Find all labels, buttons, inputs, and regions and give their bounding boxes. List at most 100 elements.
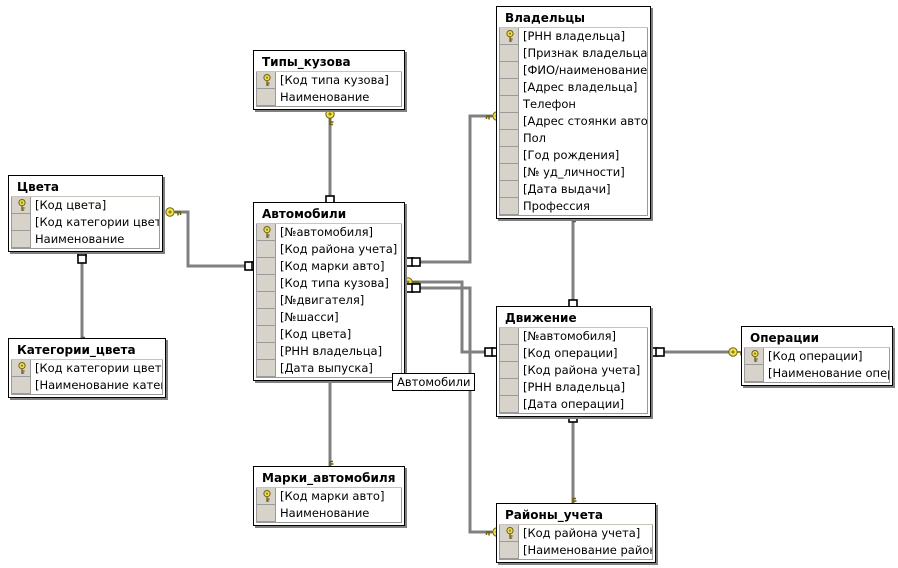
- table-rayony-ucheta[interactable]: Районы_учета [Код района учета] [Наимено…: [496, 503, 656, 563]
- table-row[interactable]: [№ уд_личности]: [500, 164, 647, 181]
- table-row[interactable]: Наименование: [257, 89, 401, 106]
- table-row[interactable]: [Дата операции]: [500, 396, 647, 413]
- field-label: [Код марки авто]: [280, 489, 385, 503]
- table-tsveta[interactable]: Цвета [Код цвета] [Код категории цвета] …: [8, 175, 163, 252]
- table-row[interactable]: Телефон: [500, 96, 647, 113]
- key-icon: [263, 74, 271, 86]
- table-dvizhenie[interactable]: Движение [№автомобиля] [Код операции] [К…: [496, 306, 651, 417]
- field-marker: [257, 505, 276, 522]
- table-title: Категории_цвета: [11, 341, 163, 360]
- field-label: Наименование: [35, 232, 125, 246]
- table-avtomobili[interactable]: Автомобили [№автомобиля] [Код района уче…: [253, 202, 405, 381]
- table-operatsii[interactable]: Операции [Код операции] [Наименование оп…: [741, 326, 893, 386]
- field-label: [РНН владельца]: [523, 380, 626, 394]
- field-label: [№шасси]: [280, 310, 339, 324]
- field-label: [Адрес стоянки автомоб: [523, 114, 647, 128]
- relationship-lines-layer: [77, 109, 745, 537]
- table-row[interactable]: [Наименование района у: [500, 542, 652, 559]
- table-row[interactable]: [Код цвета]: [12, 197, 159, 214]
- table-vladeltsy[interactable]: Владельцы [РНН владельца] [Признак владе…: [496, 6, 651, 219]
- table-title: Операции: [744, 329, 890, 348]
- table-marki-avtomobilya[interactable]: Марки_автомобиля [Код марки авто] Наимен…: [253, 466, 405, 526]
- table-row[interactable]: [Код района учета]: [500, 525, 652, 542]
- field-label: [Признак владельца]: [523, 46, 647, 60]
- table-row[interactable]: [Признак владельца]: [500, 45, 647, 62]
- table-row[interactable]: [Код типа кузова]: [257, 275, 401, 292]
- table-row[interactable]: [Код района учета]: [257, 241, 401, 258]
- table-row[interactable]: [Адрес владельца]: [500, 79, 647, 96]
- table-row[interactable]: [№автомобиля]: [500, 328, 647, 345]
- field-marker: [500, 113, 519, 130]
- key-icon: [18, 362, 26, 374]
- field-marker: [257, 258, 276, 275]
- field-label: [РНН владельца]: [280, 344, 383, 358]
- field-marker: [500, 147, 519, 164]
- field-marker: [500, 62, 519, 79]
- key-icon: [18, 199, 26, 211]
- field-list: [№автомобиля] [Код операции] [Код района…: [499, 328, 648, 414]
- field-label: [Код операции]: [768, 349, 863, 363]
- field-marker: [500, 45, 519, 62]
- field-label: [Дата операции]: [523, 397, 625, 411]
- field-label: Телефон: [523, 97, 576, 111]
- field-marker: [745, 365, 764, 382]
- table-row[interactable]: [РНН владельца]: [257, 343, 401, 360]
- table-title: Владельцы: [499, 9, 648, 28]
- table-row[interactable]: Наименование: [12, 231, 159, 248]
- table-row[interactable]: [Наименование операци: [745, 365, 889, 382]
- field-marker: [257, 275, 276, 292]
- table-kategorii-tsveta[interactable]: Категории_цвета [Код категории цвета] [Н…: [8, 338, 166, 398]
- table-row[interactable]: [РНН владельца]: [500, 379, 647, 396]
- field-list: [Код категории цвета] [Наименование кате…: [11, 360, 163, 395]
- field-label: Профессия: [523, 199, 590, 213]
- table-tipy-kuzova[interactable]: Типы_кузова [Код типа кузова] Наименован…: [253, 50, 405, 110]
- table-row[interactable]: [№двигателя]: [257, 292, 401, 309]
- field-marker: [500, 396, 519, 413]
- table-row[interactable]: [Код типа кузова]: [257, 72, 401, 89]
- table-row[interactable]: [Код района учета]: [500, 362, 647, 379]
- field-marker: [257, 292, 276, 309]
- field-label: [Наименование операци: [768, 366, 889, 380]
- table-row[interactable]: [Код марки авто]: [257, 488, 401, 505]
- field-marker: [500, 181, 519, 198]
- table-row[interactable]: [Год рождения]: [500, 147, 647, 164]
- table-row[interactable]: Пол: [500, 130, 647, 147]
- tooltip-label-avtomobili: Автомобили: [392, 373, 476, 391]
- field-label: [Код типа кузова]: [280, 73, 389, 87]
- rel-avtomobili-dvizhenie: [412, 280, 492, 354]
- table-row[interactable]: [Код операции]: [500, 345, 647, 362]
- schema-diagram-canvas: Владельцы [РНН владельца] [Признак владе…: [0, 0, 898, 568]
- table-title: Автомобили: [256, 205, 402, 224]
- field-label: [Код категории цвета]: [35, 215, 159, 229]
- table-row[interactable]: [ФИО/наименование]: [500, 62, 647, 79]
- table-row[interactable]: [Код операции]: [745, 348, 889, 365]
- primary-key-icon: [257, 72, 276, 89]
- table-row[interactable]: [№шасси]: [257, 309, 401, 326]
- table-row[interactable]: [Адрес стоянки автомоб: [500, 113, 647, 130]
- field-marker: [500, 379, 519, 396]
- table-row[interactable]: [Дата выдачи]: [500, 181, 647, 198]
- primary-key-icon: [257, 488, 276, 505]
- table-title: Движение: [499, 309, 648, 328]
- table-row[interactable]: [Код категории цвета]: [12, 214, 159, 231]
- field-label: [Код района учета]: [523, 363, 641, 377]
- field-label: [Год рождения]: [523, 148, 620, 162]
- field-label: Наименование: [280, 506, 370, 520]
- primary-key-icon: [500, 525, 519, 542]
- table-row[interactable]: [Дата выпуска]: [257, 360, 401, 377]
- field-label: [Код района учета]: [280, 242, 398, 256]
- table-row[interactable]: [Наименование категори: [12, 377, 162, 394]
- field-marker: [257, 360, 276, 377]
- table-row[interactable]: [Код категории цвета]: [12, 360, 162, 377]
- table-row[interactable]: [Код цвета]: [257, 326, 401, 343]
- field-marker: [257, 343, 276, 360]
- table-row[interactable]: Наименование: [257, 505, 401, 522]
- field-marker: [500, 362, 519, 379]
- table-row[interactable]: [№автомобиля]: [257, 224, 401, 241]
- primary-key-icon: [12, 360, 31, 377]
- table-row[interactable]: Профессия: [500, 198, 647, 215]
- field-marker: [257, 326, 276, 343]
- table-row[interactable]: [Код марки авто]: [257, 258, 401, 275]
- field-marker: [500, 164, 519, 181]
- table-row[interactable]: [РНН владельца]: [500, 28, 647, 45]
